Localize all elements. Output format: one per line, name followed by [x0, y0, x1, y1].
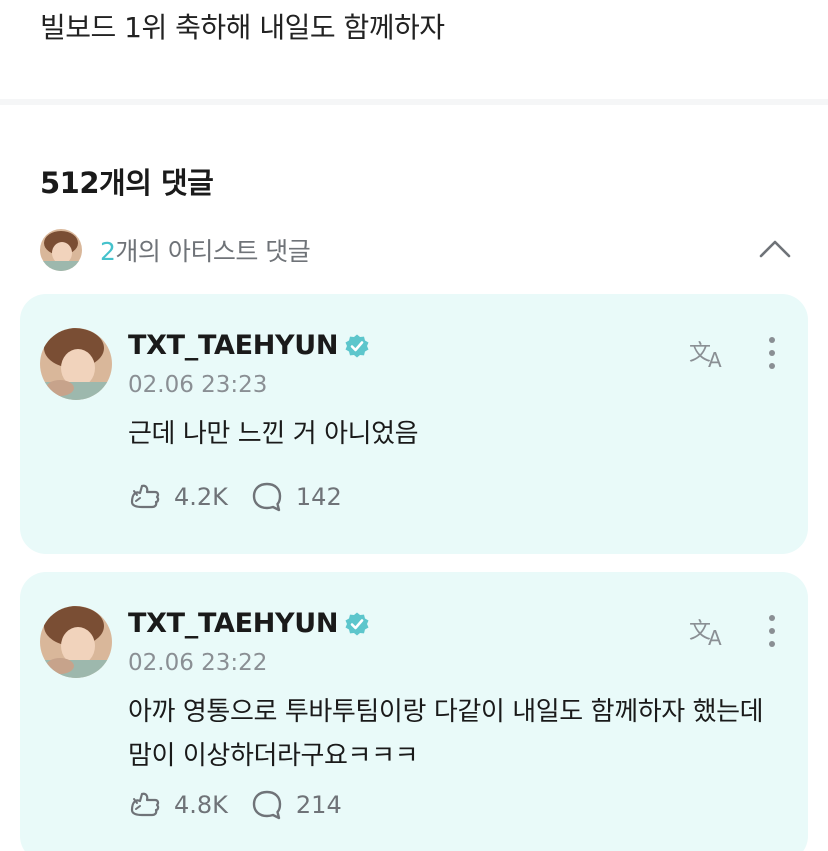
artist-comments-suffix: 개의 아티스트 댓글 [115, 237, 311, 266]
author-line: TXT_TAEHYUN [128, 330, 370, 361]
comment-count-heading: 512개의 댓글 [40, 166, 214, 200]
comment-stats: 4.2K 142 [128, 480, 364, 514]
comment-stats: 4.8K 214 [128, 788, 364, 822]
author-name[interactable]: TXT_TAEHYUN [128, 330, 338, 361]
svg-text:A: A [708, 626, 722, 648]
chevron-up-icon[interactable] [758, 234, 792, 264]
author-name[interactable]: TXT_TAEHYUN [128, 608, 338, 639]
verified-badge-icon [345, 612, 369, 635]
like-icon [130, 792, 160, 817]
artist-avatar [40, 229, 82, 271]
like-icon [130, 484, 160, 509]
reply-count: 142 [295, 483, 342, 511]
reply-icon [252, 790, 282, 820]
post-text: 빌보드 1위 축하해 내일도 함께하자 [40, 11, 445, 44]
comment-card: TXT_TAEHYUN 02.06 23:22 아까 영통으로 투바투팀이랑 다… [20, 572, 808, 851]
artist-comments-count: 2 [100, 237, 116, 266]
comment-timestamp: 02.06 23:23 [128, 372, 268, 398]
translate-icon[interactable]: 文 A [688, 614, 730, 648]
author-avatar[interactable] [40, 606, 112, 678]
like-button[interactable]: 4.2K [128, 480, 228, 514]
artist-comments-toggle[interactable]: 2개의 아티스트 댓글 [40, 228, 800, 272]
reply-icon [252, 482, 282, 512]
reply-count: 214 [295, 791, 342, 819]
translate-icon[interactable]: 文 A [688, 336, 730, 370]
comment-text: 아까 영통으로 투바투팀이랑 다같이 내일도 함께하자 했는데 맘이 이상하더라… [128, 697, 764, 771]
more-options-icon[interactable] [760, 612, 784, 650]
artist-comments-label: 2개의 아티스트 댓글 [100, 232, 311, 268]
comment-text: 근데 나만 느낀 거 아니었음 [128, 419, 419, 449]
author-avatar[interactable] [40, 328, 112, 400]
section-divider [0, 99, 828, 105]
author-line: TXT_TAEHYUN [128, 608, 370, 639]
verified-badge-icon [345, 334, 369, 357]
like-count: 4.8K [174, 791, 228, 819]
more-options-icon[interactable] [760, 334, 784, 372]
like-count: 4.2K [174, 483, 228, 511]
comment-card: TXT_TAEHYUN 02.06 23:23 근데 나만 느낀 거 아니었음 … [20, 294, 808, 554]
comment-timestamp: 02.06 23:22 [128, 650, 268, 676]
svg-text:A: A [708, 348, 722, 370]
reply-button[interactable]: 142 [250, 480, 342, 514]
reply-button[interactable]: 214 [250, 788, 342, 822]
like-button[interactable]: 4.8K [128, 788, 228, 822]
